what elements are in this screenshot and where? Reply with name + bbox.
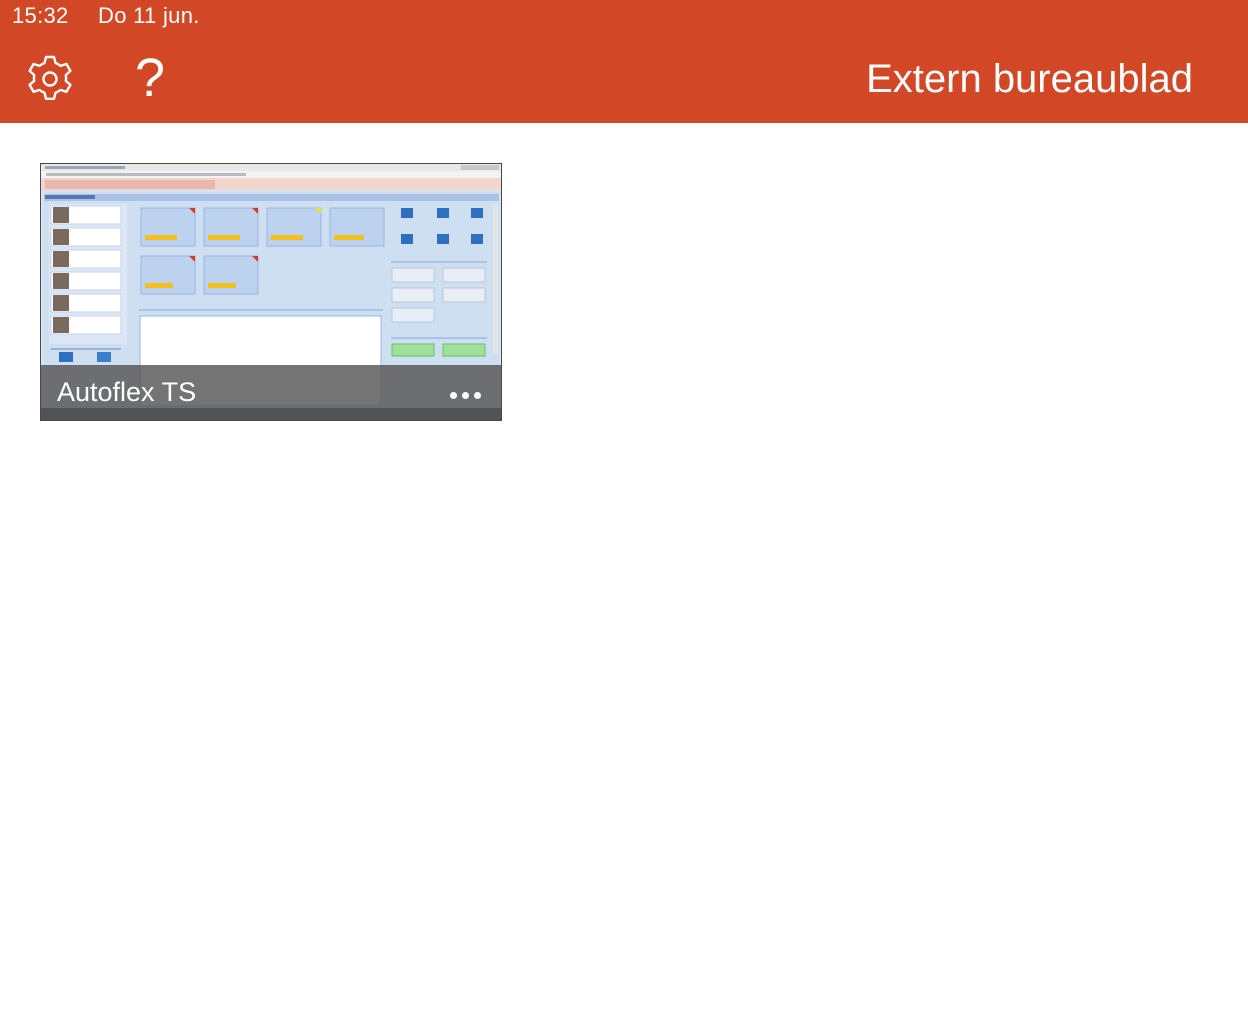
status-time: 15:32 [12,3,69,28]
page-title: Extern bureaublad [866,57,1193,101]
ellipsis-icon [474,392,481,399]
question-icon: ? [134,48,166,108]
gear-icon [28,55,72,100]
help-button[interactable]: ? [128,50,172,106]
ellipsis-icon [462,392,469,399]
connection-tile[interactable]: Autoflex TS [40,163,502,421]
settings-button[interactable] [24,53,76,105]
ellipsis-icon [450,392,457,399]
top-bar: 15:32 Do 11 jun. ? Extern bureaublad [0,0,1248,123]
more-options-button[interactable] [446,388,485,403]
connection-name: Autoflex TS [57,377,197,407]
status-date: Do 11 jun. [98,3,200,28]
tile-caption: Autoflex TS [41,365,501,420]
